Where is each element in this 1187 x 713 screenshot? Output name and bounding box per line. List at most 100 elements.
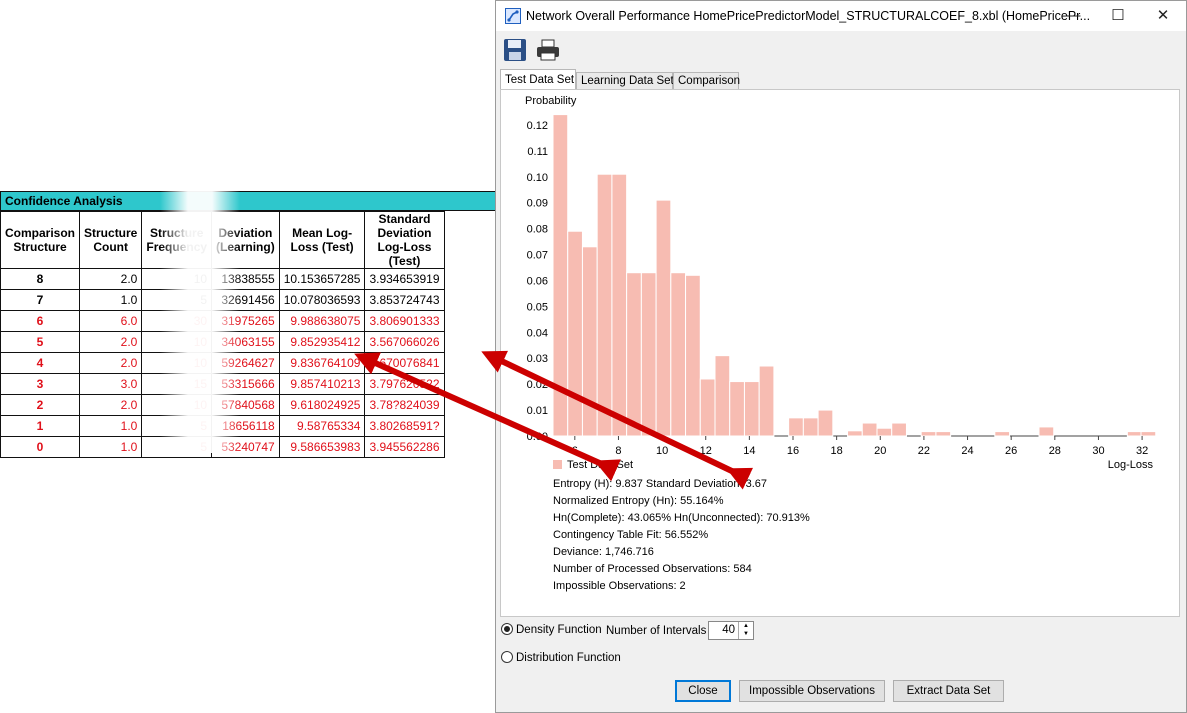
close-window-button[interactable]: ✕	[1140, 1, 1186, 31]
table-cell-sd[interactable]: 3.797620522	[364, 373, 445, 395]
table-cell-mean[interactable]: 9.852935412	[278, 331, 366, 353]
histogram-bar	[714, 355, 731, 437]
histogram-bar	[891, 422, 907, 437]
histogram-bar	[685, 274, 701, 437]
x-tick-label: 6	[572, 445, 578, 457]
table-cell-mean[interactable]: 9.836764109	[278, 352, 366, 374]
logloss-histogram: Probability 0.12 0.11 0.10 0.09 0.08 0.07 0.06 0…	[525, 95, 1157, 471]
table-cell-sd[interactable]: 3.567066026	[364, 331, 445, 353]
header-comparison-structure: Comparison Structure	[0, 211, 81, 269]
table-cell-count[interactable]: 3.0	[79, 373, 143, 395]
table-cell-count[interactable]: 1.0	[79, 415, 143, 437]
table-cell-structure[interactable]: 2	[0, 394, 81, 416]
table-cell-sd[interactable]: 3.670076841	[364, 352, 445, 374]
spin-down-icon[interactable]: ▼	[739, 630, 753, 638]
minimize-button[interactable]: —	[1050, 1, 1096, 31]
x-tick-label: 10	[656, 445, 668, 457]
x-tick-label: 12	[700, 445, 712, 457]
table-cell-structure[interactable]: 6	[0, 310, 81, 332]
y-tick-label: 0.03	[527, 353, 548, 365]
x-axis-label: Log-Loss	[1108, 459, 1154, 471]
window-title: Network Overall Performance HomePricePre…	[526, 9, 1091, 23]
table-cell-structure[interactable]: 0	[0, 436, 81, 458]
table-cell-mean[interactable]: 10.153657285	[278, 268, 366, 290]
table-cell-mean[interactable]: 9.857410213	[278, 373, 366, 395]
spin-up-icon[interactable]: ▲	[739, 622, 753, 630]
print-icon[interactable]	[535, 37, 561, 63]
table-cell-mean[interactable]: 9.58765334	[278, 415, 366, 437]
histogram-bar	[847, 430, 863, 437]
y-tick-label: 0.04	[527, 327, 548, 339]
histogram-bar	[920, 431, 937, 437]
histogram-bar	[876, 427, 893, 437]
histogram-bar	[1140, 431, 1157, 437]
table-cell-count[interactable]: 2.0	[79, 268, 143, 290]
histogram-bar	[552, 114, 569, 437]
table-cell-structure[interactable]: 3	[0, 373, 81, 395]
table-cell-count[interactable]: 2.0	[79, 394, 143, 416]
x-tick-label: 20	[874, 445, 886, 457]
spinner-arrows[interactable]: ▲ ▼	[738, 622, 753, 639]
y-tick-label: 0.12	[527, 120, 548, 132]
tab-test-data-set[interactable]: Test Data Set	[500, 69, 576, 90]
maximize-button[interactable]: ☐	[1095, 1, 1141, 31]
tab-learning-data-set[interactable]: Learning Data Set	[576, 72, 674, 90]
table-cell-count[interactable]: 6.0	[79, 310, 143, 332]
x-tick-label: 32	[1136, 445, 1148, 457]
y-tick-label: 0.01	[527, 405, 548, 417]
table-cell-mean[interactable]: 9.988638075	[278, 310, 366, 332]
table-cell-structure[interactable]: 8	[0, 268, 81, 290]
y-tick-label: 0.07	[527, 250, 548, 262]
save-icon[interactable]	[502, 37, 528, 63]
table-cell-mean[interactable]: 9.618024925	[278, 394, 366, 416]
x-tick-label: 8	[615, 445, 621, 457]
table-cell-count[interactable]: 1.0	[79, 289, 143, 311]
close-button[interactable]: Close	[675, 680, 731, 702]
statistics-block: Entropy (H): 9.837 Standard Deviation: 3…	[553, 476, 810, 595]
table-cell-sd[interactable]: 3.78?824039	[364, 394, 445, 416]
intervals-spinner[interactable]: 40 ▲ ▼	[708, 621, 754, 640]
table-cell-structure[interactable]: 1	[0, 415, 81, 437]
sheet-title: Confidence Analysis	[0, 191, 496, 211]
table-cell-sd[interactable]: 3.945562286	[364, 436, 445, 458]
impossible-observations-button[interactable]: Impossible Observations	[739, 680, 885, 702]
density-radio[interactable]	[501, 623, 513, 635]
histogram-bar	[1038, 426, 1055, 437]
table-cell-sd[interactable]: 3.934653919	[364, 268, 445, 290]
density-function-option[interactable]: Density Function	[501, 623, 602, 636]
table-cell-mean[interactable]: 10.078036593	[278, 289, 366, 311]
table-cell-count[interactable]: 2.0	[79, 352, 143, 374]
histogram-bar	[640, 272, 657, 437]
table-cell-structure[interactable]: 7	[0, 289, 81, 311]
y-tick-label: 0.11	[527, 146, 548, 158]
x-tick-label: 16	[787, 445, 799, 457]
y-tick-label: 0.06	[527, 275, 548, 287]
table-cell-structure[interactable]: 5	[0, 331, 81, 353]
histogram-bar	[699, 378, 716, 437]
y-tick-label: 0.10	[527, 172, 548, 184]
legend-swatch	[553, 460, 562, 469]
distribution-function-option[interactable]: Distribution Function	[501, 651, 621, 664]
table-cell-sd[interactable]: 3.853724743	[364, 289, 445, 311]
extract-data-set-button[interactable]: Extract Data Set	[893, 680, 1004, 702]
y-tick-label: 0.08	[527, 224, 548, 236]
title-bar[interactable]: Network Overall Performance HomePricePre…	[496, 1, 1186, 31]
x-tick-label: 18	[831, 445, 843, 457]
stat-contingency: Contingency Table Fit: 56.552%	[553, 529, 709, 541]
table-cell-count[interactable]: 1.0	[79, 436, 143, 458]
y-tick-label: 0.05	[527, 301, 548, 313]
x-tick-label: 30	[1092, 445, 1104, 457]
table-cell-structure[interactable]: 4	[0, 352, 81, 374]
histogram-bar	[802, 417, 819, 437]
y-axis-label: Probability	[525, 95, 577, 107]
tab-comparison[interactable]: Comparison	[673, 72, 740, 90]
y-tick-label: 0.00	[527, 431, 548, 443]
app-icon	[505, 8, 521, 24]
table-cell-sd[interactable]: 3.806901333	[364, 310, 445, 332]
table-cell-mean[interactable]: 9.586653983	[278, 436, 366, 458]
x-tick-label: 26	[1005, 445, 1017, 457]
distribution-radio[interactable]	[501, 651, 513, 663]
table-cell-count[interactable]: 2.0	[79, 331, 143, 353]
chart-panel: Probability 0.12 0.11 0.10 0.09 0.08 0.07 0.06 0…	[500, 89, 1180, 617]
table-cell-sd[interactable]: 3.80268591?	[364, 415, 445, 437]
